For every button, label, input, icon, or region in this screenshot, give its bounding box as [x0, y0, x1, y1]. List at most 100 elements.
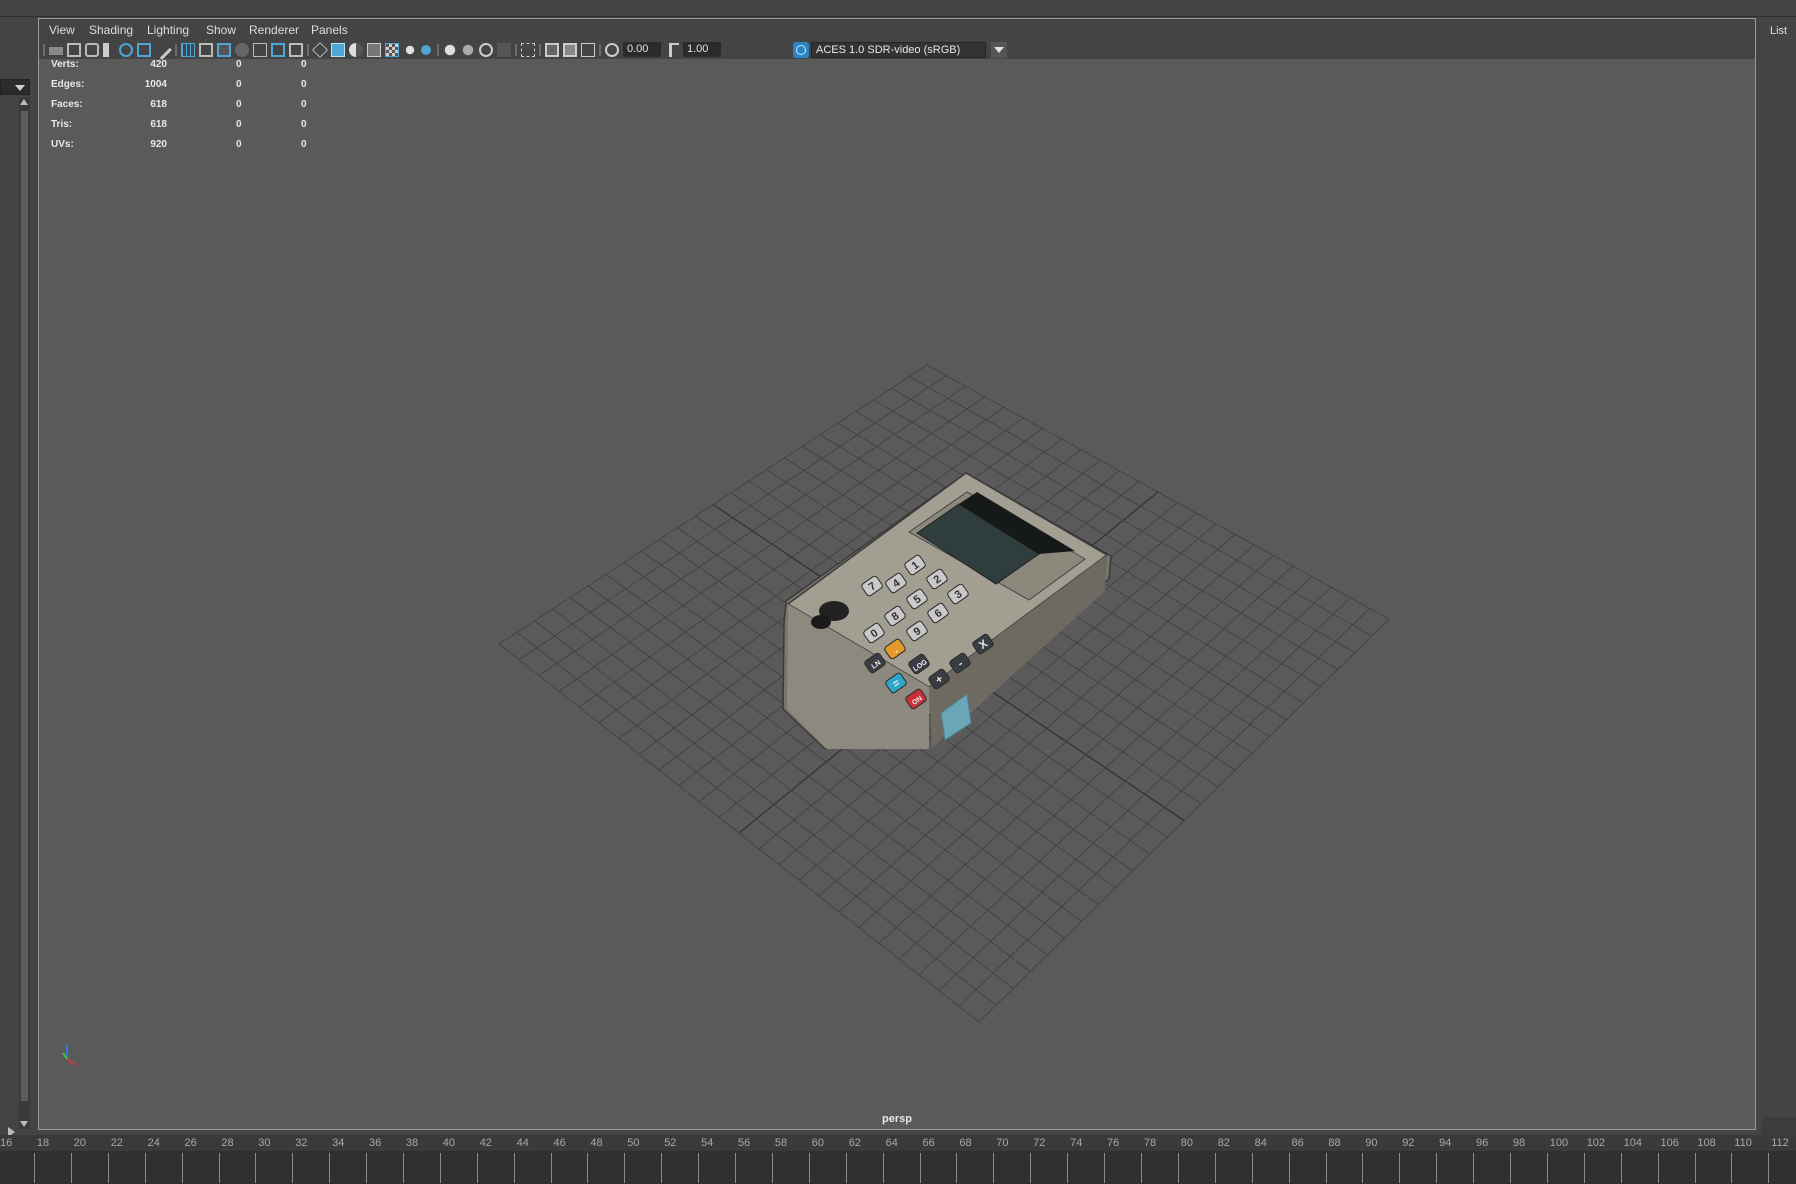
default-material-icon[interactable]	[349, 43, 363, 57]
multisample-aa-icon[interactable]	[479, 43, 493, 57]
use-all-lights-icon[interactable]	[405, 45, 415, 55]
timeline-label: 16	[0, 1137, 13, 1149]
timeline-tick	[34, 1153, 35, 1183]
timeline-label: 18	[36, 1137, 50, 1149]
timeline-tick	[1658, 1153, 1659, 1183]
select-camera-icon[interactable]	[49, 47, 63, 55]
timeline-tick	[292, 1153, 293, 1183]
left-dropdown[interactable]	[0, 79, 30, 95]
timeline-tick	[661, 1153, 662, 1183]
timeline-label: 62	[848, 1137, 861, 1149]
timeline-label: 54	[701, 1137, 714, 1149]
timeline-tick	[1510, 1153, 1511, 1183]
grid-icon[interactable]	[181, 43, 195, 57]
timeline-label: 106	[1660, 1137, 1679, 1149]
xray-joints-icon[interactable]	[563, 43, 577, 57]
toolbar-separator	[307, 44, 309, 56]
timeline-label: 104	[1623, 1137, 1642, 1149]
timeline-tick	[1731, 1153, 1732, 1183]
3d-viewport[interactable]: 1237 456890XONLOGLN= +-.	[39, 59, 1755, 1109]
exposure-icon[interactable]	[605, 43, 619, 57]
timeline-tick	[993, 1153, 994, 1183]
timeline-label: 96	[1476, 1137, 1489, 1149]
safe-title-icon[interactable]	[289, 43, 303, 57]
timeline-label: 102	[1586, 1137, 1606, 1149]
timeline-tick	[809, 1153, 810, 1183]
exposure-field[interactable]: 0.00	[623, 42, 661, 57]
resolution-gate-icon[interactable]	[217, 43, 231, 57]
smooth-shade-icon[interactable]	[331, 43, 345, 57]
field-chart-icon[interactable]	[253, 43, 267, 57]
isolate-select-icon[interactable]	[521, 43, 535, 57]
toolbar-separator	[175, 44, 177, 56]
timeline-tick	[920, 1153, 921, 1183]
depth-of-field-icon[interactable]	[497, 43, 511, 57]
menu-show[interactable]: Show	[206, 23, 236, 37]
chevron-down-icon[interactable]	[991, 42, 1007, 58]
wireframe-on-shaded-icon[interactable]	[367, 43, 381, 57]
timeline-label: 32	[295, 1137, 308, 1149]
timeline-label: 94	[1439, 1137, 1452, 1149]
timeline-tick	[1473, 1153, 1474, 1183]
camera-attributes-icon[interactable]	[67, 43, 81, 57]
timeline-label: 112	[1771, 1137, 1789, 1149]
timeline-tick	[1289, 1153, 1290, 1183]
shadows-icon[interactable]	[421, 45, 431, 55]
xray-active-icon[interactable]	[581, 43, 595, 57]
timeline-label: 70	[996, 1137, 1009, 1149]
timeline-tick	[329, 1153, 330, 1183]
2d-pan-zoom-icon[interactable]	[137, 43, 151, 57]
screen-space-ao-icon[interactable]	[444, 44, 456, 56]
gate-mask-icon[interactable]	[235, 43, 249, 57]
time-slider[interactable]: 16 18 20 22 24 26 28 30 32 34 36 38 40 42 44 46 48 50 52 54…	[0, 1135, 1796, 1184]
menu-renderer[interactable]: Renderer	[249, 23, 299, 37]
timeline-label: 64	[885, 1137, 898, 1149]
camera-bookmark-icon[interactable]	[85, 43, 99, 57]
gamma-field[interactable]: 1.00	[683, 42, 721, 57]
timeline-tick	[1695, 1153, 1696, 1183]
image-plane-icon[interactable]	[119, 43, 133, 57]
timeline-label: 42	[479, 1137, 492, 1149]
grease-pencil-icon[interactable]	[152, 40, 172, 60]
right-panel: List	[1757, 17, 1796, 1145]
calculator-model[interactable]: 1237 456890XONLOGLN= +-.	[782, 472, 1112, 750]
color-management-icon[interactable]	[793, 42, 809, 58]
timeline-label: 110	[1734, 1137, 1752, 1149]
timeline-label: 98	[1512, 1137, 1526, 1149]
menu-lighting[interactable]: Lighting	[147, 23, 189, 37]
view-transform-select[interactable]: ACES 1.0 SDR-video (sRGB)	[811, 42, 986, 58]
timeline-label: 82	[1217, 1137, 1230, 1149]
timeline-label: 26	[184, 1137, 197, 1149]
timeline-label: 88	[1328, 1137, 1341, 1149]
menu-shading[interactable]: Shading	[89, 23, 133, 37]
timeline-tick	[846, 1153, 847, 1183]
wireframe-icon[interactable]	[312, 42, 328, 58]
xray-icon[interactable]	[545, 43, 559, 57]
left-scrollbar[interactable]	[19, 97, 30, 1129]
scroll-down-icon[interactable]	[20, 1121, 28, 1127]
toolbar-separator	[437, 44, 439, 56]
timeline-label: 52	[664, 1137, 677, 1149]
bookmark-icon[interactable]	[103, 43, 109, 57]
timeline-tick	[1547, 1153, 1548, 1183]
timeline-label: 68	[959, 1137, 972, 1149]
timeline-tick	[1067, 1153, 1068, 1183]
timeline-tick	[1326, 1153, 1327, 1183]
scroll-thumb[interactable]	[21, 111, 28, 1101]
timeline-label: 72	[1033, 1137, 1046, 1149]
gamma-icon[interactable]	[669, 43, 679, 57]
timeline-label: 20	[73, 1137, 87, 1149]
timeline-tick	[1030, 1153, 1031, 1183]
menu-view[interactable]: View	[49, 23, 75, 37]
list-menu[interactable]: List	[1770, 25, 1787, 37]
timeline-tick	[440, 1153, 441, 1183]
film-gate-icon[interactable]	[199, 43, 213, 57]
timeline-tick	[219, 1153, 220, 1183]
timeline-label: 86	[1291, 1137, 1304, 1149]
motion-blur-icon[interactable]	[462, 44, 474, 56]
textured-icon[interactable]	[385, 43, 399, 57]
scroll-up-icon[interactable]	[20, 99, 28, 105]
safe-action-icon[interactable]	[271, 43, 285, 57]
menu-panels[interactable]: Panels	[311, 23, 348, 37]
timeline-tick	[1621, 1153, 1622, 1183]
